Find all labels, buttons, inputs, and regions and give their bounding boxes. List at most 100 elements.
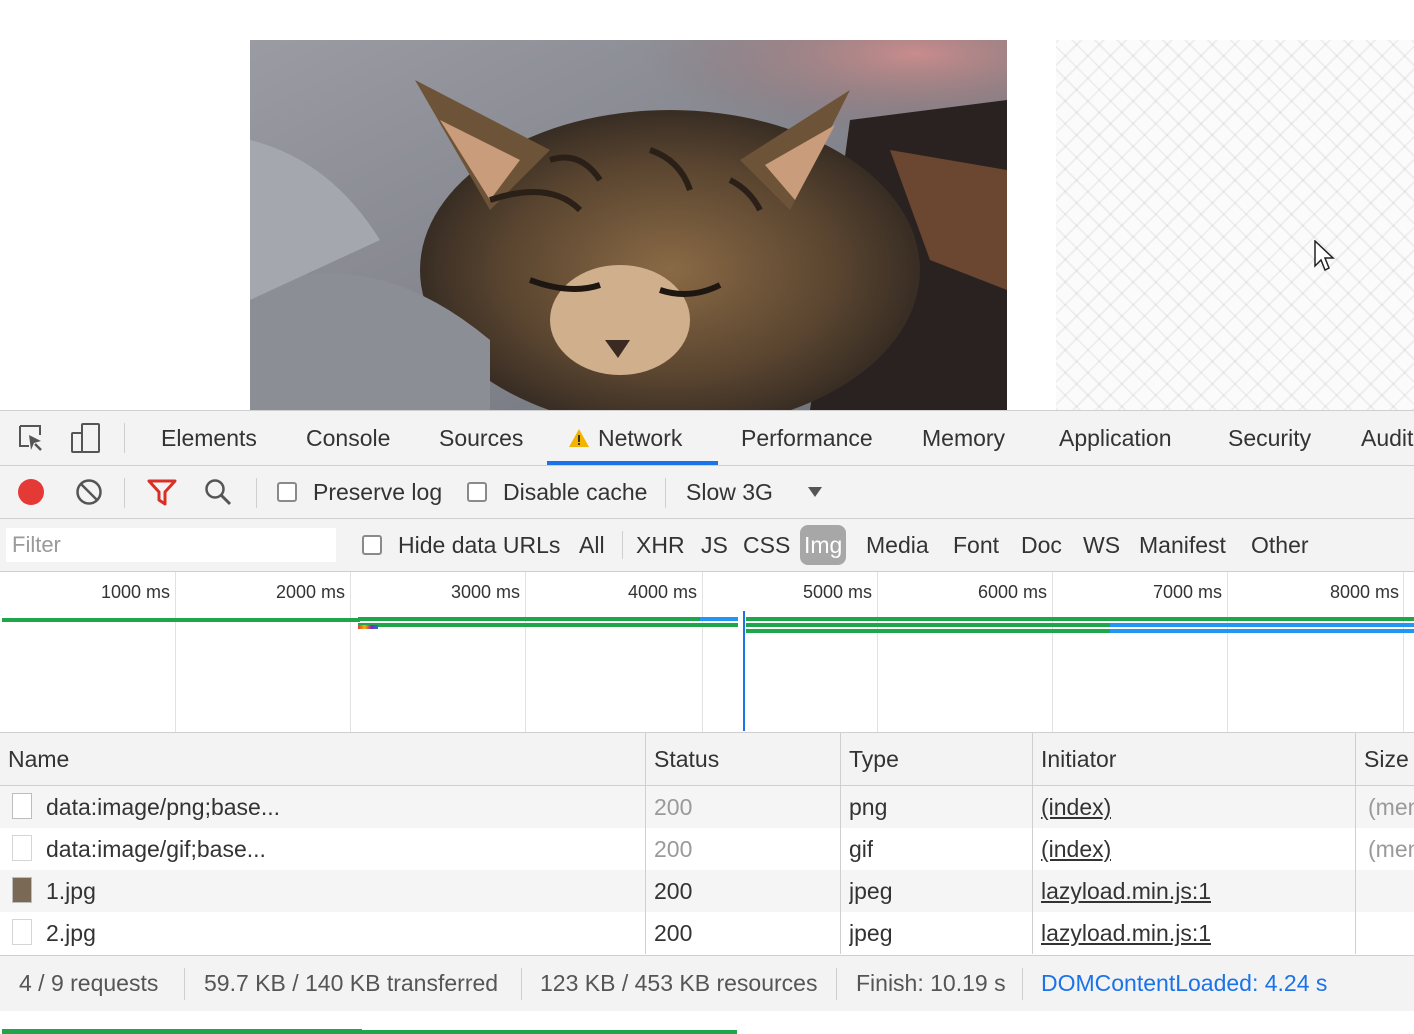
column-divider[interactable] [1032, 733, 1033, 954]
tab-elements[interactable]: Elements [161, 411, 257, 465]
clear-icon [76, 479, 102, 505]
search-button[interactable] [203, 466, 233, 518]
column-divider[interactable] [1355, 733, 1356, 954]
column-header-type[interactable]: Type [849, 733, 899, 785]
active-tab-indicator [547, 461, 718, 465]
table-row[interactable]: 2.jpg 200 jpeg lazyload.min.js:1 [0, 912, 1414, 954]
preserve-log-box[interactable] [277, 482, 297, 502]
request-status: 200 [654, 794, 693, 820]
filter-type-js[interactable]: JS [701, 519, 728, 571]
column-divider[interactable] [645, 733, 646, 954]
toolbar-separator [256, 478, 257, 508]
request-initiator-link[interactable]: lazyload.min.js:1 [1041, 912, 1211, 954]
lazy-image-placeholder [1056, 40, 1414, 410]
request-initiator-link[interactable]: lazyload.min.js:1 [1041, 870, 1211, 912]
network-toolbar: Preserve log Disable cache Slow 3G [0, 466, 1414, 519]
hide-data-urls-box[interactable] [362, 535, 382, 555]
request-size [1368, 912, 1414, 954]
toolbar-separator [124, 478, 125, 508]
summary-separator [1022, 968, 1023, 1000]
requests-table-header: Name Status Type Initiator Size [0, 733, 1414, 786]
disable-cache-checkbox[interactable]: Disable cache [467, 466, 647, 518]
preserve-log-checkbox[interactable]: Preserve log [277, 466, 442, 518]
filter-type-img[interactable]: Img [800, 525, 847, 565]
hide-data-urls-checkbox[interactable]: Hide data URLs [362, 519, 560, 571]
image-thumbnail-icon [12, 877, 32, 903]
inspect-element-icon[interactable] [15, 421, 49, 455]
request-type: png [849, 794, 888, 820]
request-initiator-link[interactable]: (index) [1041, 786, 1111, 828]
request-status: 200 [654, 878, 693, 904]
disable-cache-box[interactable] [467, 482, 487, 502]
filter-bar: Hide data URLs All XHR JS CSS Img Media … [0, 519, 1414, 572]
cat-photo [250, 40, 1007, 410]
filter-toggle-button[interactable] [147, 466, 177, 518]
request-name: 1.jpg [46, 878, 96, 904]
tab-separator [124, 423, 125, 453]
device-toolbar-icon[interactable] [69, 421, 103, 455]
tab-performance[interactable]: Performance [741, 411, 873, 465]
disable-cache-label: Disable cache [503, 478, 648, 505]
filter-input[interactable] [6, 528, 336, 562]
preserve-log-label: Preserve log [313, 478, 443, 505]
summary-resources: 123 KB / 453 KB resources [540, 970, 818, 996]
summary-transferred: 59.7 KB / 140 KB transferred [204, 970, 499, 996]
image-thumbnail-icon [12, 919, 32, 945]
request-type: jpeg [849, 878, 893, 904]
request-size: (mem [1368, 836, 1414, 862]
tab-audits[interactable]: Audits [1361, 411, 1414, 465]
filter-type-font[interactable]: Font [953, 519, 999, 571]
file-icon [12, 793, 32, 819]
filter-type-xhr[interactable]: XHR [636, 519, 685, 571]
filter-separator [622, 531, 623, 559]
record-button[interactable] [17, 466, 45, 518]
throttling-value: Slow 3G [686, 478, 773, 505]
search-icon [205, 479, 232, 506]
tab-security[interactable]: Security [1228, 411, 1311, 465]
column-header-name[interactable]: Name [8, 733, 69, 785]
table-row[interactable]: data:image/gif;base... 200 gif (index) (… [0, 828, 1414, 870]
tab-network[interactable]: Network [568, 411, 682, 465]
request-size [1368, 870, 1414, 912]
filter-type-media[interactable]: Media [866, 519, 929, 571]
file-icon [12, 835, 32, 861]
tab-application[interactable]: Application [1059, 411, 1172, 465]
tab-sources[interactable]: Sources [439, 411, 523, 465]
column-divider[interactable] [840, 733, 841, 954]
throttling-select[interactable]: Slow 3G [686, 466, 823, 518]
filter-type-css[interactable]: CSS [743, 519, 790, 571]
summary-separator [521, 968, 522, 1000]
filter-type-all[interactable]: All [579, 519, 605, 571]
filter-type-doc[interactable]: Doc [1021, 519, 1062, 571]
request-size: (mem [1368, 794, 1414, 820]
request-status: 200 [654, 836, 693, 862]
tab-memory[interactable]: Memory [922, 411, 1005, 465]
network-summary-bar: 4 / 9 requests 59.7 KB / 140 KB transfer… [0, 955, 1414, 1011]
summary-separator [836, 968, 837, 1000]
timeline-request-bars [0, 572, 1414, 732]
filter-type-other[interactable]: Other [1251, 519, 1309, 571]
table-row[interactable]: 1.jpg 200 jpeg lazyload.min.js:1 [0, 870, 1414, 912]
toolbar-separator [665, 478, 666, 508]
warning-icon [569, 429, 589, 447]
tab-console[interactable]: Console [306, 411, 390, 465]
column-header-initiator[interactable]: Initiator [1041, 733, 1116, 785]
table-row[interactable]: data:image/png;base... 200 png (index) (… [0, 786, 1414, 828]
filter-icon [147, 479, 177, 506]
request-name: data:image/png;base... [46, 794, 280, 820]
chevron-down-icon [807, 487, 822, 497]
request-status: 200 [654, 920, 693, 946]
filter-type-ws[interactable]: WS [1083, 519, 1120, 571]
clear-button[interactable] [75, 466, 103, 518]
summary-finish: Finish: 10.19 s [856, 970, 1006, 996]
filter-type-manifest[interactable]: Manifest [1139, 519, 1226, 571]
request-name: data:image/gif;base... [46, 836, 266, 862]
summary-domcontentloaded: DOMContentLoaded: 4.24 s [1041, 970, 1328, 996]
column-header-size[interactable]: Size [1364, 733, 1409, 785]
hide-data-urls-label: Hide data URLs [398, 532, 561, 558]
request-type: gif [849, 836, 874, 862]
request-initiator-link[interactable]: (index) [1041, 828, 1111, 870]
mouse-cursor-icon [1314, 239, 1336, 279]
summary-separator [184, 968, 185, 1000]
column-header-status[interactable]: Status [654, 733, 719, 785]
